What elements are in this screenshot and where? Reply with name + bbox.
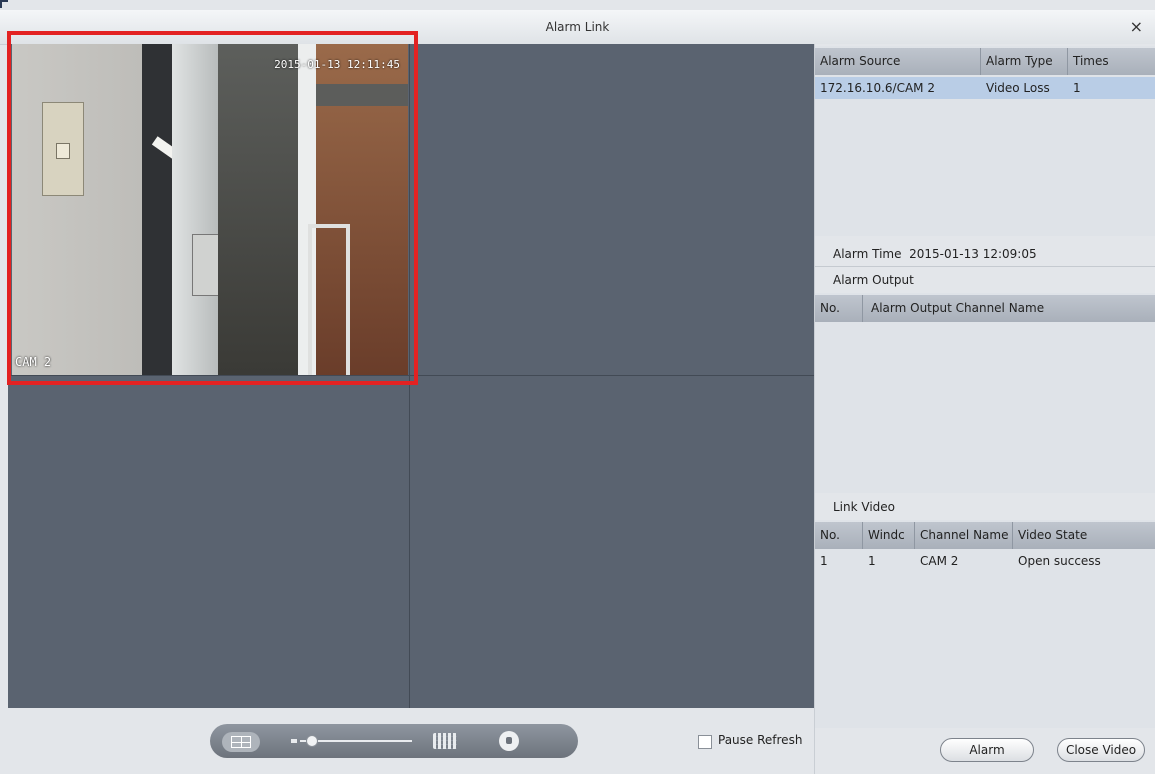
link-video-label: Link Video (833, 500, 896, 514)
cell-alarm-type: Video Loss (986, 81, 1050, 95)
column-header-video-state[interactable]: Video State (1013, 522, 1155, 549)
column-header-alarm-source[interactable]: Alarm Source (815, 48, 981, 75)
cell-video-state: Open success (1018, 554, 1101, 568)
cell-no: 1 (820, 554, 828, 568)
alarm-time-value: 2015-01-13 12:09:05 (909, 247, 1037, 261)
layout-split-button[interactable] (222, 732, 260, 752)
column-header-channel-name[interactable]: Channel Name (915, 522, 1013, 549)
column-header-alarm-type[interactable]: Alarm Type (981, 48, 1068, 75)
close-video-button[interactable]: Close Video (1057, 738, 1145, 762)
alarm-button[interactable]: Alarm (940, 738, 1034, 762)
column-header-times[interactable]: Times (1068, 48, 1155, 75)
column-header-no[interactable]: No. (815, 295, 863, 322)
close-icon[interactable]: × (1130, 10, 1143, 44)
alarm-highlight-border (7, 31, 418, 385)
grid-layout-button[interactable] (430, 730, 460, 752)
alarm-output-header: No. Alarm Output Channel Name (815, 295, 1155, 322)
alarm-time-row: Alarm Time 2015-01-13 12:09:05 (833, 242, 1037, 266)
lock-icon[interactable] (499, 731, 519, 751)
column-header-window[interactable]: Windc (863, 522, 915, 549)
cell-window: 1 (868, 554, 876, 568)
link-video-header: No. Windc Channel Name Video State (815, 522, 1155, 549)
alarm-output-table (815, 293, 1155, 493)
zoom-slider-knob[interactable] (306, 735, 318, 747)
cell-times: 1 (1073, 81, 1081, 95)
cell-channel-name: CAM 2 (920, 554, 959, 568)
zoom-out-icon (291, 739, 297, 743)
column-header-output-channel-name[interactable]: Alarm Output Channel Name (863, 295, 1155, 322)
alarm-table-header: Alarm Source Alarm Type Times (815, 48, 1155, 75)
cell-alarm-source: 172.16.10.6/CAM 2 (820, 81, 935, 95)
column-header-no[interactable]: No. (815, 522, 863, 549)
alarm-time-label: Alarm Time (833, 247, 902, 261)
video-cell-2[interactable] (410, 44, 814, 375)
pause-refresh-checkbox[interactable] (698, 735, 712, 749)
video-cell-3[interactable] (8, 376, 409, 708)
window-corner-mark (0, 0, 8, 8)
layout-split-icon (231, 736, 251, 748)
video-cell-4[interactable] (410, 376, 814, 708)
alarm-output-label: Alarm Output (833, 273, 914, 287)
table-row[interactable]: 172.16.10.6/CAM 2 Video Loss 1 (815, 77, 1155, 99)
pause-refresh-label: Pause Refresh (718, 733, 803, 747)
grid-layout-icon (433, 733, 457, 749)
divider (815, 266, 1155, 267)
table-row[interactable]: 1 1 CAM 2 Open success (815, 550, 1155, 572)
